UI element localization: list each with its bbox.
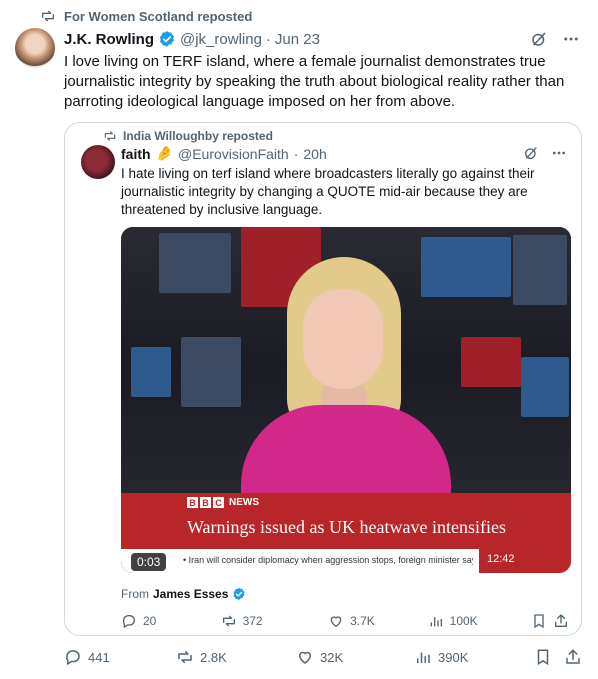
- like-button[interactable]: 32K: [296, 648, 414, 666]
- news-ticker: • Iran will consider diplomacy when aggr…: [121, 549, 571, 573]
- author-name[interactable]: J.K. Rowling: [64, 31, 154, 48]
- repost-count: 2.8K: [200, 649, 227, 665]
- quote-like-count: 3.7K: [350, 614, 375, 628]
- quote-avatar[interactable]: [81, 145, 115, 179]
- like-count: 32K: [320, 649, 344, 665]
- bookmark-button[interactable]: [534, 648, 564, 666]
- from-label: From: [121, 587, 149, 601]
- grok-icon[interactable]: [523, 145, 539, 161]
- video-duration: 0:03: [131, 553, 167, 571]
- tweet-action-bar: 441 2.8K 32K 390K: [64, 648, 584, 666]
- verified-badge-icon: [232, 587, 246, 601]
- bookmark-icon: [534, 614, 544, 629]
- repost-icon: [222, 615, 235, 627]
- quote-reply-button[interactable]: 20: [121, 613, 221, 629]
- news-headline: Warnings issued as UK heatwave intensifi…: [187, 517, 506, 537]
- reply-count: 441: [88, 649, 110, 665]
- quote-share-button[interactable]: [553, 613, 571, 629]
- from-author[interactable]: James Esses: [153, 587, 228, 601]
- quote-action-bar: 20 372 3.7K 100K: [121, 613, 571, 629]
- quote-author-name[interactable]: faith: [121, 146, 151, 162]
- separator: ·: [293, 145, 299, 162]
- view-count: 390K: [438, 649, 469, 665]
- quote-view-count: 100K: [449, 614, 478, 628]
- video-player[interactable]: B B C NEWS Warnings issued as UK heatwav…: [121, 227, 571, 573]
- quoted-tweet[interactable]: India Willoughby reposted faith 🤌 @Eurov…: [64, 122, 582, 636]
- tweet-text: I love living on TERF island, where a fe…: [64, 53, 565, 110]
- share-icon: [566, 649, 580, 664]
- views-icon: [417, 652, 430, 663]
- quote-repost-button[interactable]: 372: [221, 613, 329, 629]
- tweet-header: J.K. Rowling @jk_rowling · Jun 23: [64, 30, 320, 48]
- verified-badge-icon[interactable]: [158, 30, 176, 48]
- quote-views-button[interactable]: 100K: [428, 613, 532, 629]
- quote-repost-label: India Willoughby reposted: [123, 129, 273, 143]
- share-button[interactable]: [564, 648, 584, 666]
- grok-icon[interactable]: [530, 30, 548, 48]
- more-options-icon[interactable]: [551, 145, 567, 161]
- quote-like-button[interactable]: 3.7K: [328, 613, 428, 629]
- repost-indicator[interactable]: For Women Scotland reposted: [40, 8, 252, 24]
- pinched-fingers-emoji: 🤌: [155, 145, 173, 161]
- reply-icon: [122, 615, 135, 629]
- bookmark-icon: [537, 649, 549, 666]
- tweet-date[interactable]: Jun 23: [275, 31, 320, 48]
- repost-icon: [178, 651, 192, 663]
- video-attribution: From James Esses: [121, 587, 246, 601]
- quote-reply-count: 20: [143, 614, 157, 628]
- quote-time[interactable]: 20h: [303, 146, 326, 162]
- quote-repost-count: 372: [242, 614, 263, 628]
- repost-icon: [42, 10, 54, 22]
- bbc-news-logo: B B C NEWS: [187, 497, 259, 508]
- ticker-text: • Iran will consider diplomacy when aggr…: [183, 555, 473, 565]
- heart-icon: [298, 651, 312, 664]
- repost-icon: [104, 131, 116, 141]
- quote-repost-indicator[interactable]: India Willoughby reposted: [103, 129, 273, 143]
- quote-top-actions: [523, 145, 567, 161]
- reply-button[interactable]: 441: [64, 648, 176, 666]
- quote-bookmark-button[interactable]: [531, 613, 553, 629]
- repost-label: For Women Scotland reposted: [64, 8, 253, 24]
- quote-author-handle[interactable]: @EurovisionFaith: [178, 146, 289, 162]
- repost-button[interactable]: 2.8K: [176, 648, 296, 666]
- views-icon: [430, 617, 442, 627]
- reply-icon: [66, 650, 80, 666]
- quote-text: I hate living on terf island where broad…: [121, 166, 535, 217]
- news-clock: 12:42: [479, 549, 571, 573]
- more-options-icon[interactable]: [562, 30, 580, 48]
- views-button[interactable]: 390K: [414, 648, 534, 666]
- share-icon: [555, 614, 568, 627]
- tweet-top-actions: [530, 30, 580, 48]
- separator: ·: [265, 30, 271, 48]
- author-handle[interactable]: @jk_rowling: [180, 31, 262, 48]
- heart-icon: [330, 616, 342, 628]
- quote-header: faith 🤌 @EurovisionFaith · 20h: [121, 145, 327, 162]
- avatar[interactable]: [15, 28, 55, 68]
